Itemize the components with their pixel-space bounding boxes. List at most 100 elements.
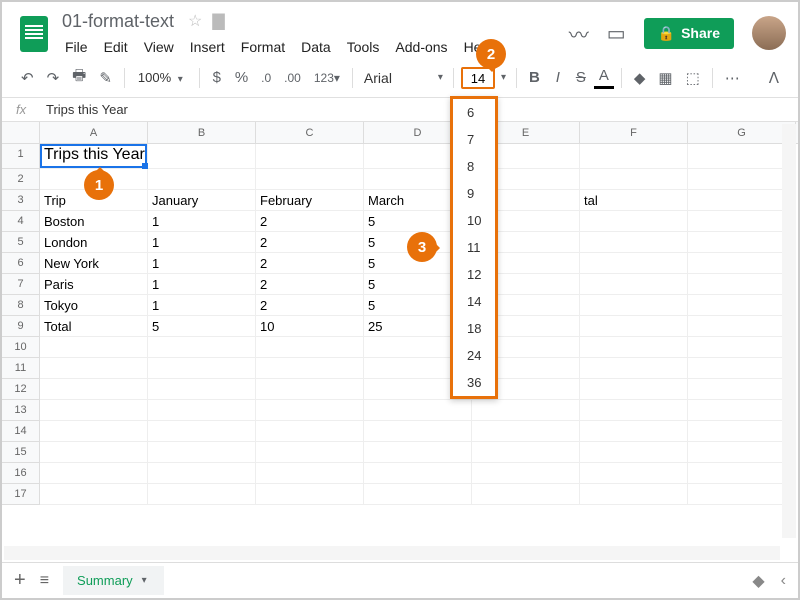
account-avatar[interactable]: [752, 16, 786, 50]
format-percent-button[interactable]: %: [230, 65, 253, 90]
move-folder-icon[interactable]: ▇: [212, 11, 224, 31]
cell[interactable]: [256, 421, 364, 442]
column-header[interactable]: G: [688, 122, 796, 143]
column-header[interactable]: C: [256, 122, 364, 143]
cell[interactable]: [40, 358, 148, 379]
cell[interactable]: [148, 484, 256, 505]
cell[interactable]: [688, 316, 796, 337]
cell[interactable]: [688, 274, 796, 295]
cell[interactable]: [40, 337, 148, 358]
row-header[interactable]: 2: [2, 169, 40, 190]
cell[interactable]: [148, 144, 256, 169]
cell[interactable]: [148, 442, 256, 463]
cell[interactable]: [580, 253, 688, 274]
cell[interactable]: [580, 144, 688, 169]
add-sheet-button[interactable]: +: [14, 569, 26, 592]
text-color-button[interactable]: A: [594, 66, 614, 89]
all-sheets-button[interactable]: ≡: [40, 572, 49, 590]
row-header[interactable]: 15: [2, 442, 40, 463]
cell[interactable]: [148, 400, 256, 421]
format-currency-button[interactable]: $: [207, 65, 227, 90]
cell[interactable]: [364, 400, 472, 421]
comments-icon[interactable]: ▭: [607, 21, 626, 46]
cell[interactable]: [256, 463, 364, 484]
cell[interactable]: Tokyo: [40, 295, 148, 316]
cell[interactable]: [688, 463, 796, 484]
cell[interactable]: [688, 484, 796, 505]
row-header[interactable]: 3: [2, 190, 40, 211]
cell[interactable]: [148, 379, 256, 400]
menu-view[interactable]: View: [137, 36, 181, 58]
row-header[interactable]: 7: [2, 274, 40, 295]
cell[interactable]: [472, 442, 580, 463]
star-icon[interactable]: ☆: [188, 11, 202, 31]
collapse-toolbar-icon[interactable]: ᐱ: [764, 65, 784, 91]
font-size-option[interactable]: 12: [453, 261, 495, 288]
cell[interactable]: 1: [148, 295, 256, 316]
cell[interactable]: 1: [148, 253, 256, 274]
cell[interactable]: [688, 190, 796, 211]
cell[interactable]: [256, 337, 364, 358]
cell[interactable]: 5: [148, 316, 256, 337]
cell[interactable]: [256, 379, 364, 400]
cell[interactable]: [364, 421, 472, 442]
menu-file[interactable]: File: [58, 36, 95, 58]
cell[interactable]: [148, 169, 256, 190]
cell[interactable]: [688, 421, 796, 442]
cell[interactable]: [688, 337, 796, 358]
font-size-option[interactable]: 6: [453, 99, 495, 126]
cell[interactable]: [688, 358, 796, 379]
vertical-scrollbar[interactable]: [782, 124, 796, 538]
row-header[interactable]: 6: [2, 253, 40, 274]
cell[interactable]: [580, 463, 688, 484]
menu-edit[interactable]: Edit: [97, 36, 135, 58]
fill-color-button[interactable]: ◆: [629, 65, 651, 91]
cell[interactable]: [580, 379, 688, 400]
cell[interactable]: [364, 484, 472, 505]
cell[interactable]: January: [148, 190, 256, 211]
cell[interactable]: [580, 484, 688, 505]
menu-data[interactable]: Data: [294, 36, 338, 58]
cell[interactable]: [472, 421, 580, 442]
increase-decimal-button[interactable]: .00: [279, 67, 306, 89]
chevron-down-icon[interactable]: ▾: [435, 72, 446, 83]
cell[interactable]: [148, 463, 256, 484]
cell[interactable]: [40, 442, 148, 463]
cell[interactable]: [688, 169, 796, 190]
zoom-select[interactable]: 100% ▾: [132, 70, 192, 85]
cell[interactable]: [688, 442, 796, 463]
font-size-option[interactable]: 9: [453, 180, 495, 207]
cell[interactable]: 2: [256, 295, 364, 316]
cell[interactable]: [688, 400, 796, 421]
cell[interactable]: [580, 358, 688, 379]
cell[interactable]: [40, 463, 148, 484]
cell[interactable]: [688, 232, 796, 253]
cell[interactable]: 2: [256, 253, 364, 274]
cell[interactable]: [40, 484, 148, 505]
cell[interactable]: [256, 358, 364, 379]
cell[interactable]: [580, 169, 688, 190]
row-header[interactable]: 17: [2, 484, 40, 505]
row-header[interactable]: 16: [2, 463, 40, 484]
font-size-option[interactable]: 11: [453, 234, 495, 261]
row-header[interactable]: 14: [2, 421, 40, 442]
undo-button[interactable]: ↶: [16, 65, 39, 91]
more-formats-button[interactable]: 123▾: [309, 67, 345, 89]
column-header[interactable]: B: [148, 122, 256, 143]
row-header[interactable]: 11: [2, 358, 40, 379]
cell[interactable]: [688, 211, 796, 232]
row-header[interactable]: 4: [2, 211, 40, 232]
font-size-option[interactable]: 8: [453, 153, 495, 180]
font-size-option[interactable]: 7: [453, 126, 495, 153]
cell[interactable]: Boston: [40, 211, 148, 232]
row-header[interactable]: 1: [2, 144, 40, 169]
cell[interactable]: [472, 463, 580, 484]
cell[interactable]: [580, 295, 688, 316]
column-header[interactable]: F: [580, 122, 688, 143]
paint-format-button[interactable]: ✎: [94, 65, 117, 91]
cell[interactable]: February: [256, 190, 364, 211]
cell[interactable]: [148, 421, 256, 442]
cell[interactable]: New York: [40, 253, 148, 274]
cell[interactable]: [580, 442, 688, 463]
cell[interactable]: [580, 337, 688, 358]
